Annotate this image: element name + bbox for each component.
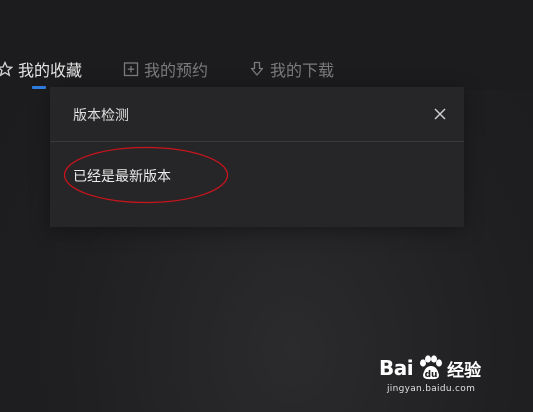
close-icon bbox=[434, 108, 446, 120]
tab-my-favorites[interactable]: 我的收藏 bbox=[0, 56, 82, 82]
baidu-jingyan-watermark: Bai du 经验 jingyan.baidu.com bbox=[379, 352, 509, 402]
star-icon bbox=[0, 61, 13, 77]
watermark-url: jingyan.baidu.com bbox=[387, 384, 476, 394]
dialog-header: 版本检测 bbox=[50, 87, 464, 142]
version-check-dialog: 版本检测 已经是最新版本 bbox=[50, 87, 464, 227]
tab-bar: 我的收藏 我的预约 我的下载 bbox=[0, 0, 533, 90]
close-button[interactable] bbox=[430, 104, 450, 124]
tab-label: 我的收藏 bbox=[18, 61, 83, 80]
watermark-logo: Bai du 经验 bbox=[379, 352, 509, 384]
calendar-plus-icon bbox=[123, 62, 139, 77]
watermark-brand-left: Bai bbox=[379, 356, 414, 380]
svg-text:du: du bbox=[425, 370, 438, 380]
dialog-title: 版本检测 bbox=[73, 108, 129, 124]
active-tab-indicator bbox=[32, 86, 46, 89]
dialog-body: 已经是最新版本 bbox=[50, 142, 464, 227]
download-icon bbox=[250, 61, 264, 76]
tab-my-downloads[interactable]: 我的下载 bbox=[249, 56, 334, 82]
tab-my-reservations[interactable]: 我的预约 bbox=[123, 56, 208, 82]
paw-icon: du bbox=[420, 355, 443, 380]
status-message: 已经是最新版本 bbox=[73, 169, 171, 185]
tab-label: 我的下载 bbox=[270, 61, 335, 80]
watermark-brand-cn: 经验 bbox=[447, 360, 482, 381]
tab-label: 我的预约 bbox=[144, 61, 209, 80]
